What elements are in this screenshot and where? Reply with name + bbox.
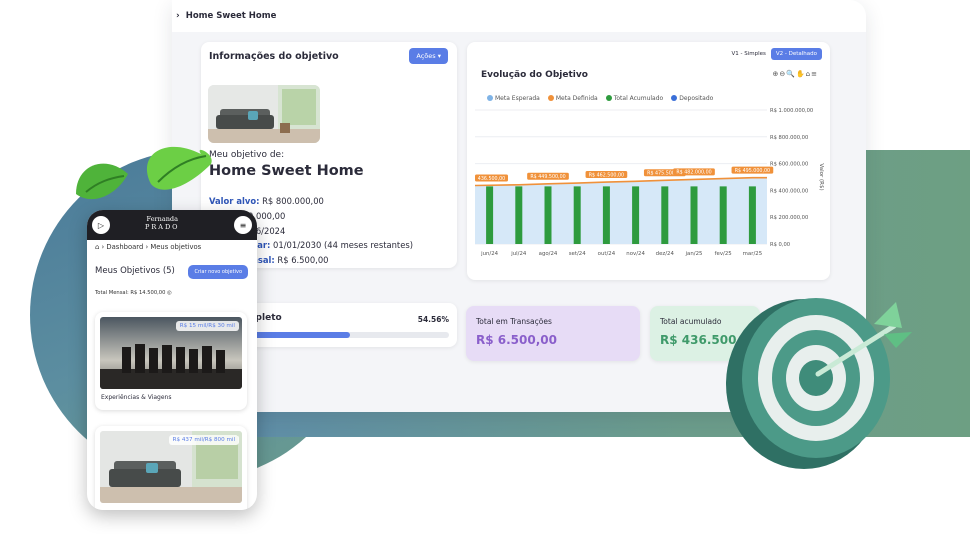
- x-tick-label: set/24: [569, 251, 586, 257]
- x-tick-label: jun/24: [480, 251, 499, 257]
- home-icon[interactable]: ⌂: [95, 243, 99, 251]
- x-tick-label: mar/25: [743, 251, 762, 257]
- x-tick-label: fev/25: [715, 251, 732, 257]
- bar: [486, 186, 494, 244]
- actions-button[interactable]: Ações ▾: [409, 48, 448, 64]
- dart-target-icon: [726, 298, 912, 469]
- x-tick-label: ago/24: [539, 251, 558, 257]
- data-label: R$ 495.000,00: [735, 168, 770, 174]
- data-label: 436.500,00: [478, 176, 505, 182]
- breadcrumb-title: Home Sweet Home: [185, 11, 277, 21]
- data-label: R$ 449.500,00: [530, 174, 565, 180]
- menu-icon[interactable]: ≡: [234, 216, 252, 234]
- x-tick-label: jan/25: [685, 251, 703, 257]
- x-tick-label: nov/24: [626, 251, 645, 257]
- chevron-right-icon[interactable]: ›: [176, 11, 180, 21]
- mobile-app-preview: ▷ Fernanda PRADO ≡ ⌂ › Dashboard › Meus …: [87, 210, 257, 510]
- progress-card: ompleto 54.56%: [232, 303, 457, 347]
- bar: [573, 186, 581, 244]
- progress-bar: [232, 332, 449, 338]
- transactions-label: Total em Transações: [476, 317, 552, 326]
- goal-card-progress-tag: R$ 437 mil/R$ 800 mil: [168, 435, 239, 445]
- y-tick-label: R$ 0,00: [770, 242, 790, 248]
- x-tick-label: dez/24: [656, 251, 675, 257]
- goal-card-progress-tag: R$ 15 mil/R$ 30 mil: [175, 321, 239, 331]
- bar: [515, 186, 523, 244]
- bar: [602, 186, 610, 244]
- data-label: R$ 462.500,00: [589, 172, 624, 178]
- brand-logo: Fernanda PRADO: [145, 215, 180, 231]
- mobile-header: ▷ Fernanda PRADO ≡: [87, 210, 257, 240]
- eye-icon[interactable]: ◎: [167, 290, 172, 296]
- goal-detail-row: Valor alvo: R$ 800.000,00: [209, 196, 324, 206]
- y-axis-label: Valor (R$): [818, 163, 824, 190]
- y-tick-label: R$ 1.000.000,00: [770, 108, 813, 114]
- transactions-card: Total em Transações R$ 6.500,00: [466, 306, 640, 361]
- y-tick-label: R$ 400.000,00: [770, 188, 808, 194]
- goal-card[interactable]: R$ 437 mil/R$ 800 mil: [95, 426, 247, 510]
- progress-percent: 54.56%: [417, 315, 449, 324]
- bar: [544, 186, 552, 244]
- goal-image: [208, 85, 320, 143]
- bar: [632, 186, 640, 244]
- y-tick-label: R$ 800.000,00: [770, 135, 808, 141]
- evolution-chart-card: V1 - Simples V2 - Detalhado Evolução do …: [467, 42, 830, 280]
- bar: [690, 186, 698, 244]
- monthly-total: Total Mensal: R$ 14.500,00 ◎: [95, 290, 172, 296]
- mobile-page-title: Meus Objetivos (5): [95, 266, 175, 276]
- crumb-dashboard[interactable]: Dashboard: [106, 243, 143, 251]
- bar: [661, 186, 669, 244]
- goal-title: Home Sweet Home: [209, 163, 364, 179]
- marketing-composition: › Home Sweet Home Informações do objetiv…: [0, 0, 970, 534]
- bar: [719, 186, 727, 244]
- goal-card-caption: Experiências & Viagens: [101, 394, 172, 401]
- y-tick-label: R$ 200.000,00: [770, 215, 808, 221]
- create-goal-button[interactable]: Criar novo objetivo: [188, 265, 248, 279]
- goal-subtitle: Meu objetivo de:: [209, 150, 285, 160]
- data-label: R$ 482.000,00: [676, 170, 711, 176]
- expand-icon[interactable]: ▷: [92, 216, 110, 234]
- evolution-chart: R$ 0,00 R$ 200.000,00 R$ 400.000,00 R$ 600.…: [474, 108, 824, 257]
- transactions-value: R$ 6.500,00: [476, 333, 557, 347]
- x-tick-label: jul/24: [510, 251, 527, 257]
- goal-card[interactable]: R$ 15 mil/R$ 30 mil Experiências & Viage…: [95, 312, 247, 410]
- x-tick-label: out/24: [598, 251, 616, 257]
- leaf-decoration-icon: [76, 146, 212, 200]
- crumb-current: Meus objetivos: [150, 243, 202, 251]
- y-tick-label: R$ 600.000,00: [770, 162, 808, 168]
- breadcrumb: › Home Sweet Home: [172, 0, 866, 32]
- mobile-breadcrumb: ⌂ › Dashboard › Meus objetivos: [95, 243, 202, 251]
- bar: [748, 186, 756, 244]
